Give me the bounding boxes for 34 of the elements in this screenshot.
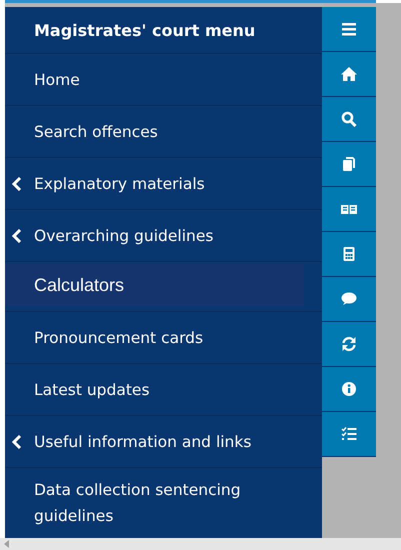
menu-item[interactable]: Search offences — [5, 106, 322, 157]
home-icon-button[interactable] — [322, 52, 376, 97]
info-icon — [341, 381, 357, 397]
menu-icon — [341, 21, 357, 37]
calculator-icon — [341, 246, 357, 262]
menu-item[interactable]: Data collection sentencing guidelines — [5, 468, 322, 538]
copy-icon-button[interactable] — [322, 142, 376, 187]
refresh-icon — [341, 336, 357, 352]
menu-item[interactable]: Useful information and links — [5, 416, 322, 467]
menu-item[interactable]: Pronouncement cards — [5, 312, 322, 363]
book-icon-button[interactable] — [322, 187, 376, 232]
calculator-icon-button[interactable] — [322, 232, 376, 277]
search-icon-button[interactable] — [322, 97, 376, 142]
menu-item[interactable]: Calculators — [5, 264, 304, 306]
refresh-icon-button[interactable] — [322, 322, 376, 367]
chevron-left-icon — [12, 228, 22, 242]
menu-item[interactable]: Latest updates — [5, 364, 322, 415]
home-icon — [341, 66, 357, 82]
chevron-left-icon — [12, 176, 22, 190]
menu-item[interactable]: Overarching guidelines — [5, 210, 322, 261]
scroll-left-icon — [4, 540, 9, 548]
menu-icon-button[interactable] — [322, 7, 376, 52]
copy-icon — [341, 156, 357, 172]
checklist-icon-button[interactable] — [322, 412, 376, 457]
search-icon — [341, 111, 357, 127]
chevron-left-icon — [12, 434, 22, 448]
horizontal-scrollbar[interactable] — [0, 538, 401, 550]
menu-title: Magistrates' court menu — [34, 20, 256, 40]
chat-bubble-icon — [341, 291, 357, 307]
checklist-icon — [341, 426, 357, 442]
menu-item[interactable]: Home — [5, 54, 322, 105]
info-icon-button[interactable] — [322, 367, 376, 412]
chat-bubble-icon-button[interactable] — [322, 277, 376, 322]
menu-item[interactable]: Explanatory materials — [5, 158, 322, 209]
